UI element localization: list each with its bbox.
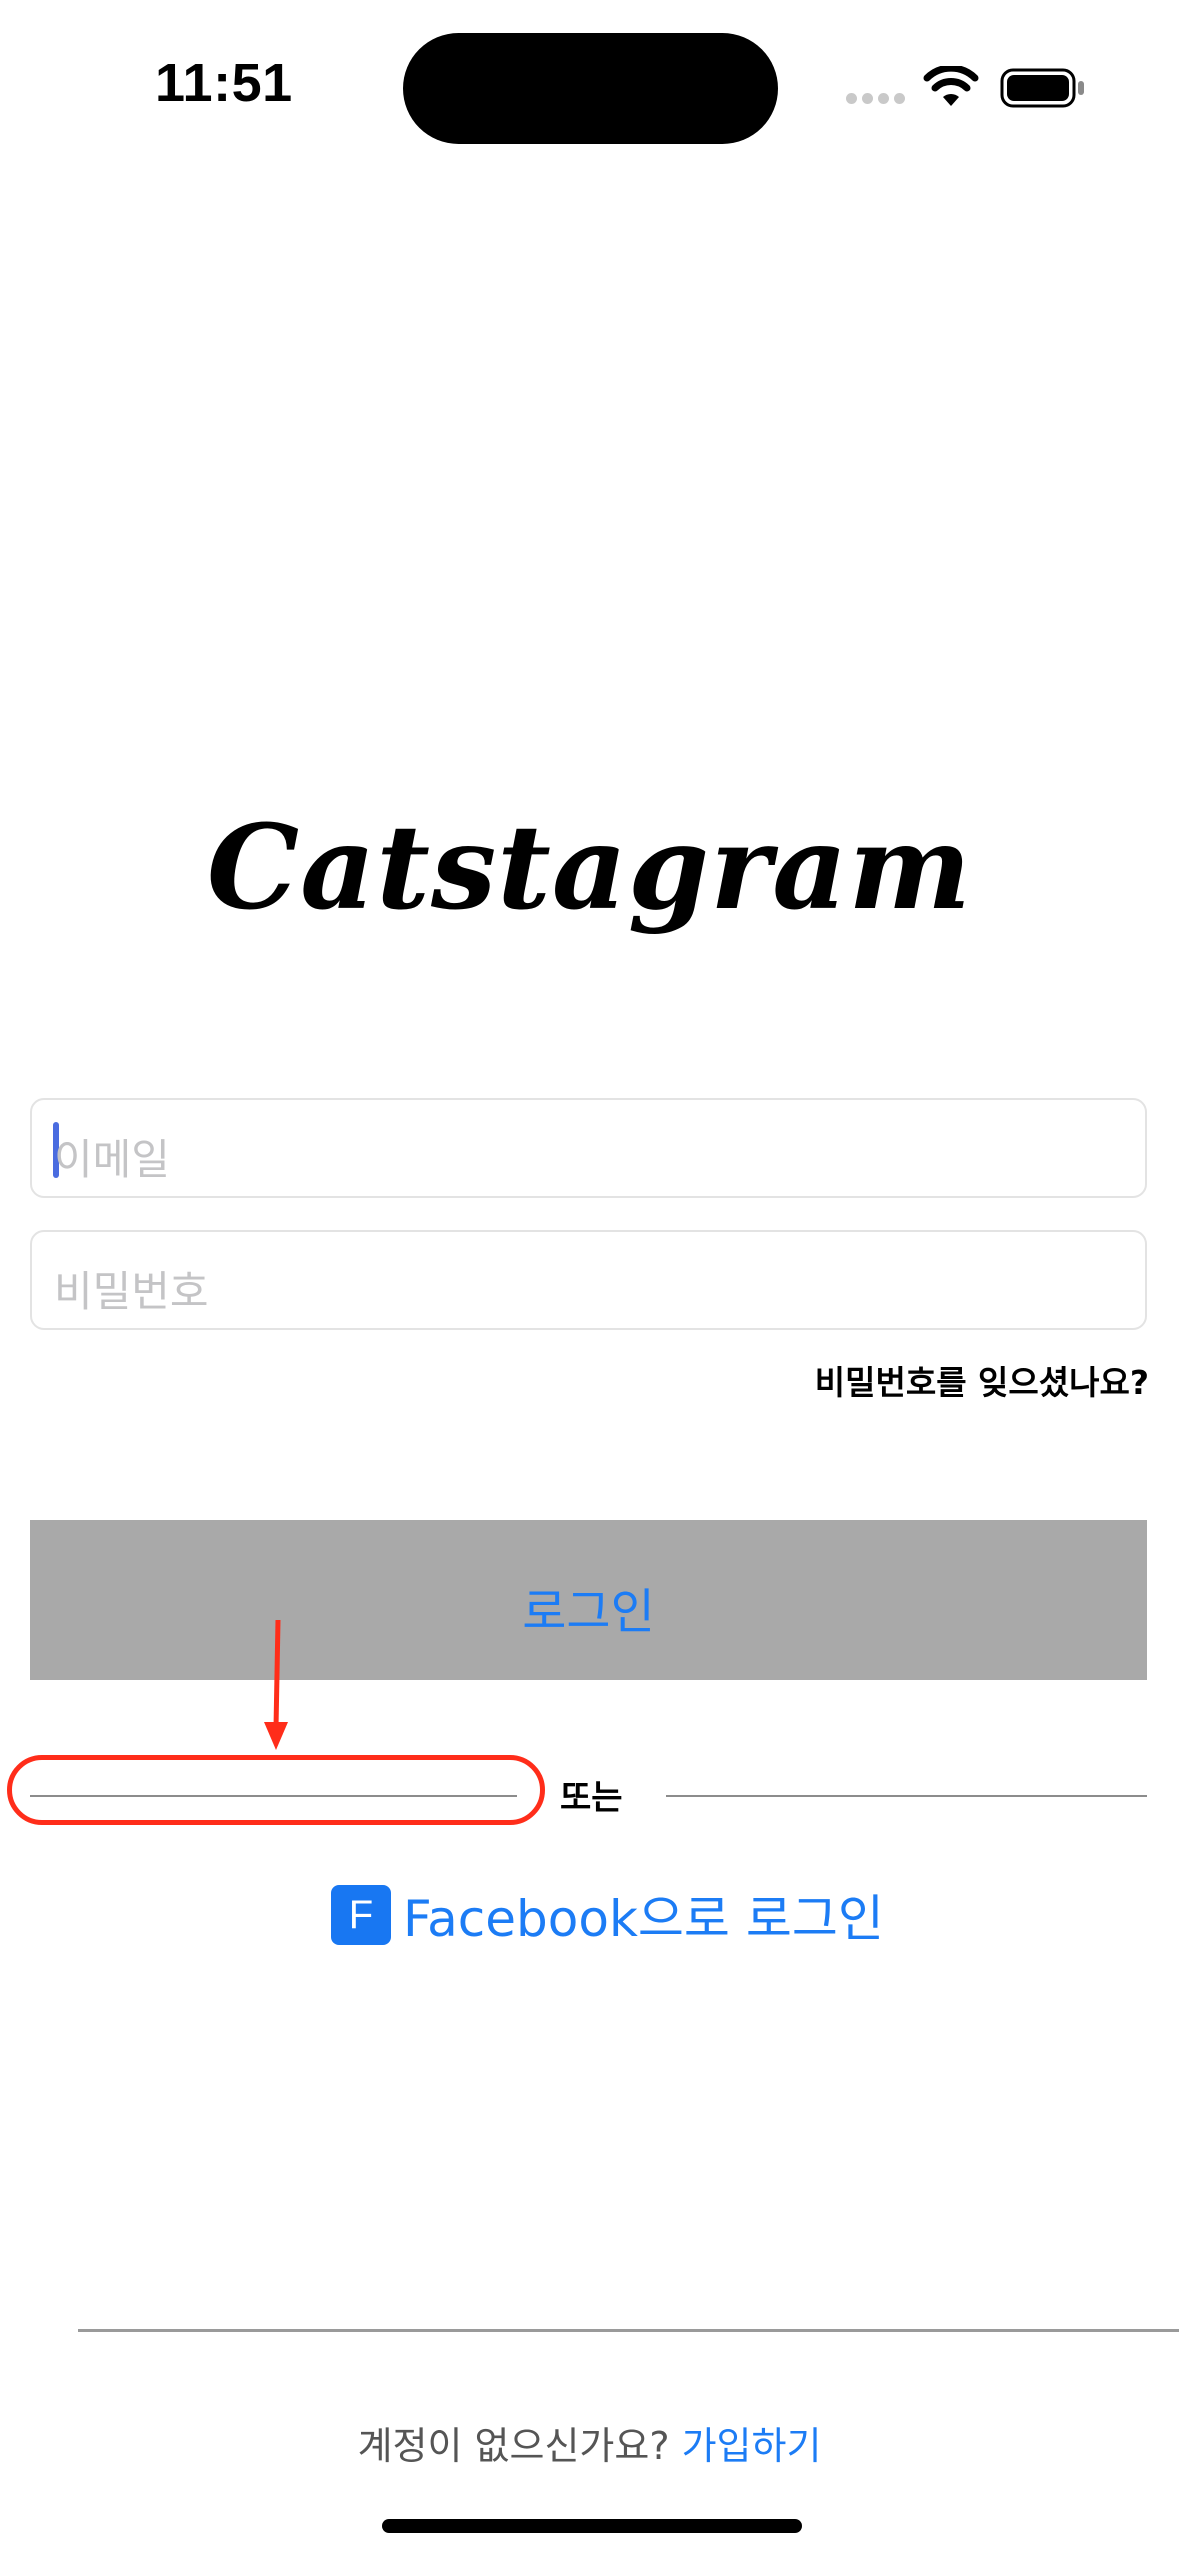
battery-icon <box>1000 68 1084 108</box>
facebook-login-button[interactable]: F Facebook으로 로그인 <box>331 1885 884 1948</box>
forgot-password-link[interactable]: 비밀번호를 잊으셨나요? <box>815 1356 1149 1404</box>
home-indicator[interactable] <box>382 2519 802 2533</box>
password-field[interactable]: 비밀번호 <box>30 1230 1147 1330</box>
signup-prompt: 계정이 없으신가요? <box>357 2424 670 2468</box>
annotation-arrow-icon <box>264 1620 288 1750</box>
password-placeholder: 비밀번호 <box>54 1267 209 1316</box>
wifi-icon <box>923 66 979 106</box>
bottom-separator <box>78 2329 1179 2332</box>
dynamic-island <box>403 33 778 144</box>
signup-link[interactable]: 가입하기 <box>682 2424 822 2468</box>
email-field[interactable]: 이메일 <box>30 1098 1147 1198</box>
signup-row: 계정이 없으신가요? 가입하기 <box>0 2415 1179 2470</box>
login-button[interactable]: 로그인 <box>30 1520 1147 1680</box>
status-time: 11:51 <box>155 53 293 113</box>
signal-dots-icon <box>846 93 906 105</box>
status-bar: 11:51 <box>0 0 1179 170</box>
divider-or-label: 또는 <box>560 1778 623 1818</box>
app-logo: Catstagram <box>206 800 973 936</box>
divider-line-right <box>666 1795 1147 1797</box>
login-button-label: 로그인 <box>522 1584 655 1640</box>
facebook-login-label: Facebook으로 로그인 <box>403 1890 884 1948</box>
facebook-icon: F <box>331 1885 391 1945</box>
annotation-highlight-ellipse <box>7 1755 545 1825</box>
email-placeholder: 이메일 <box>54 1135 170 1184</box>
